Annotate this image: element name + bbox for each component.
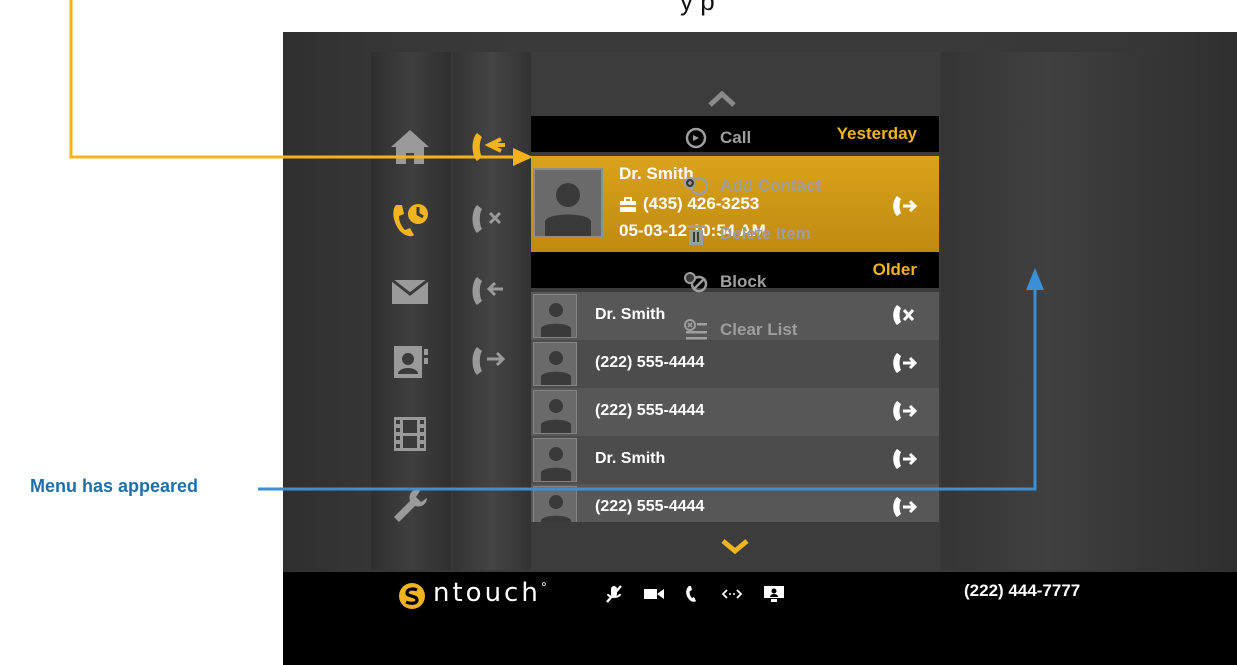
annotation-arrows xyxy=(69,0,1044,491)
blue-callout-line xyxy=(258,285,1037,491)
yellow-callout-line xyxy=(69,0,515,159)
yellow-arrow-head xyxy=(513,148,533,166)
blue-arrow-head xyxy=(1026,268,1044,290)
menu-note: Menu has appeared xyxy=(30,476,199,496)
